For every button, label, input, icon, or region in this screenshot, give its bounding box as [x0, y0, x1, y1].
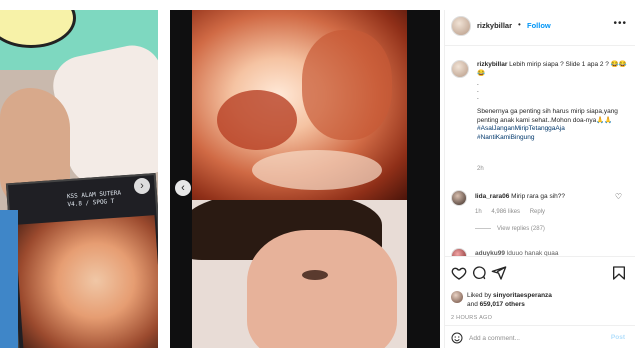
- view-replies-button[interactable]: View replies (287): [475, 226, 545, 232]
- comment-input[interactable]: [469, 331, 599, 345]
- author-avatar[interactable]: [451, 16, 471, 36]
- share-icon[interactable]: [491, 265, 507, 281]
- liked-by-summary: Liked by sinyoritaesperanza and 659,017 …: [467, 291, 552, 309]
- ultrasound-image: [192, 10, 407, 200]
- post-header: rizkybillar • Follow •••: [445, 10, 635, 46]
- speech-bubble: [0, 10, 76, 48]
- post-comment-button[interactable]: Post: [611, 334, 625, 341]
- comment-text-line: lida_rara06 Mirip rara ga sih??: [475, 193, 565, 200]
- more-options-icon[interactable]: •••: [613, 18, 627, 29]
- liked-by-count[interactable]: 659,017 others: [480, 301, 525, 308]
- hashtag-link[interactable]: #NantiKamiBingung: [477, 134, 627, 143]
- previous-slide-icon[interactable]: ‹: [175, 180, 191, 196]
- hashtag-link[interactable]: #AsalJanganMiripTetanggaAja: [477, 125, 627, 134]
- next-slide-icon[interactable]: ›: [134, 178, 150, 194]
- comment-icon[interactable]: [471, 265, 487, 281]
- author-username[interactable]: rizkybillar: [477, 21, 512, 30]
- heart-icon[interactable]: [451, 265, 467, 281]
- commenter-username[interactable]: lida_rara06: [475, 193, 509, 200]
- liked-by-user[interactable]: sinyoritaesperanza: [493, 292, 552, 299]
- caption-dots: . . .: [477, 80, 479, 101]
- ultrasound-monitor: KSS ALAM SUTERA V4.8 / SPOG T: [5, 172, 158, 348]
- caption-avatar[interactable]: [451, 60, 469, 78]
- post-sidebar: rizkybillar • Follow ••• rizkybillar Leb…: [444, 10, 635, 348]
- caption-body: Sbenernya ga penting sih harus mirip sia…: [477, 108, 627, 142]
- comment-meta: 1h 4,986 likes Reply: [475, 209, 553, 215]
- scan-shape: [302, 30, 392, 140]
- caption-text: Sbenernya ga penting sih harus mirip sia…: [477, 108, 618, 124]
- follow-button[interactable]: Follow: [527, 21, 551, 30]
- comment-text: Mirip rara ga sih??: [511, 193, 565, 200]
- scan-shape: [217, 90, 297, 150]
- monitor-label: KSS ALAM SUTERA V4.8 / SPOG T: [66, 189, 122, 209]
- previous-post-preview[interactable]: KSS ALAM SUTERA V4.8 / SPOG T ›: [0, 10, 158, 348]
- scan-shape: [252, 150, 382, 190]
- post-media-carousel[interactable]: ‹: [170, 10, 440, 348]
- post-timestamp: 2 HOURS AGO: [451, 315, 493, 321]
- header-separator: •: [518, 20, 521, 29]
- liker-avatar[interactable]: [451, 291, 463, 303]
- comment-reply-button[interactable]: Reply: [530, 209, 545, 215]
- face-shape: [247, 230, 397, 348]
- liked-by-and: and: [467, 301, 478, 308]
- comment-like-icon[interactable]: ♡: [615, 192, 622, 201]
- caption-username[interactable]: rizkybillar: [477, 61, 507, 68]
- post-actions: Liked by sinyoritaesperanza and 659,017 …: [445, 256, 635, 348]
- liked-by-prefix: Liked by: [467, 292, 492, 299]
- eye-shape: [302, 270, 328, 280]
- commenter-avatar[interactable]: [451, 190, 467, 206]
- monitor-scan-image: [14, 215, 158, 348]
- screenshot-frame: KSS ALAM SUTERA V4.8 / SPOG T › ‹ rizkyb…: [0, 0, 640, 360]
- add-comment-bar: Post: [445, 325, 635, 349]
- comment-likes[interactable]: 4,986 likes: [491, 209, 520, 215]
- blue-sleeve: [0, 210, 18, 348]
- emoji-icon[interactable]: [451, 332, 463, 344]
- caption-time: 2h: [477, 166, 484, 172]
- comment-time: 1h: [475, 209, 482, 215]
- face-photo: [192, 200, 407, 348]
- bookmark-icon[interactable]: [611, 265, 627, 281]
- caption-first-line: rizkybillar Lebih mirip siapa ? Slide 1 …: [477, 60, 627, 78]
